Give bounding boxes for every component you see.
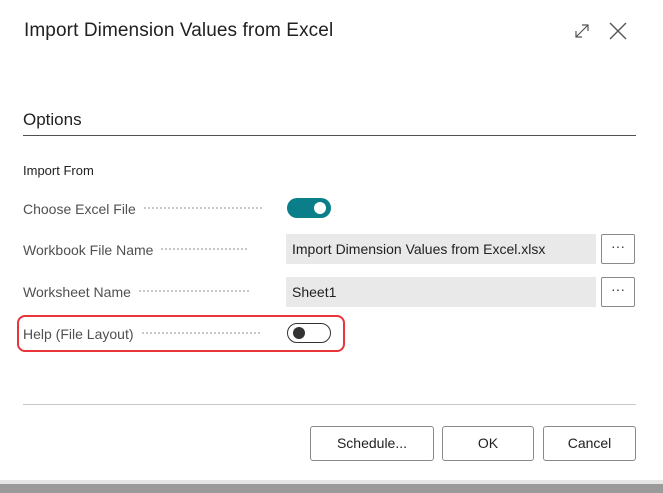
ok-button[interactable]: OK	[442, 426, 534, 461]
import-from-group-label: Import From	[23, 163, 94, 178]
cancel-button[interactable]: Cancel	[543, 426, 636, 461]
workbook-file-name-label: Workbook File Name	[23, 242, 278, 258]
worksheet-name-label: Worksheet Name	[23, 284, 278, 300]
expand-button[interactable]	[571, 20, 593, 42]
worksheet-name-label-text: Worksheet Name	[23, 284, 131, 300]
workbook-file-name-input[interactable]: Import Dimension Values from Excel.xlsx	[286, 234, 596, 264]
workbook-file-name-lookup-button[interactable]: ···	[601, 234, 635, 264]
choose-excel-file-toggle[interactable]	[287, 198, 331, 218]
footer-divider	[23, 404, 636, 405]
highlight-annotation	[17, 315, 345, 352]
options-section-title: Options	[23, 110, 82, 129]
workbook-file-name-label-text: Workbook File Name	[23, 242, 154, 258]
label-dots	[143, 207, 262, 210]
schedule-button[interactable]: Schedule...	[310, 426, 434, 461]
close-button[interactable]	[607, 20, 629, 42]
dialog-title: Import Dimension Values from Excel	[24, 20, 334, 41]
close-icon	[609, 22, 627, 40]
label-dots	[138, 290, 249, 293]
choose-excel-file-label: Choose Excel File	[23, 201, 278, 217]
expand-icon	[575, 24, 589, 38]
choose-excel-file-label-text: Choose Excel File	[23, 201, 136, 217]
label-dots	[161, 248, 248, 251]
worksheet-name-input[interactable]: Sheet1	[286, 277, 596, 307]
worksheet-name-lookup-button[interactable]: ···	[601, 277, 635, 307]
bottom-edge	[0, 484, 663, 493]
toggle-knob	[314, 202, 326, 214]
import-dialog: Import Dimension Values from Excel Optio…	[0, 0, 663, 493]
section-divider	[23, 135, 636, 136]
